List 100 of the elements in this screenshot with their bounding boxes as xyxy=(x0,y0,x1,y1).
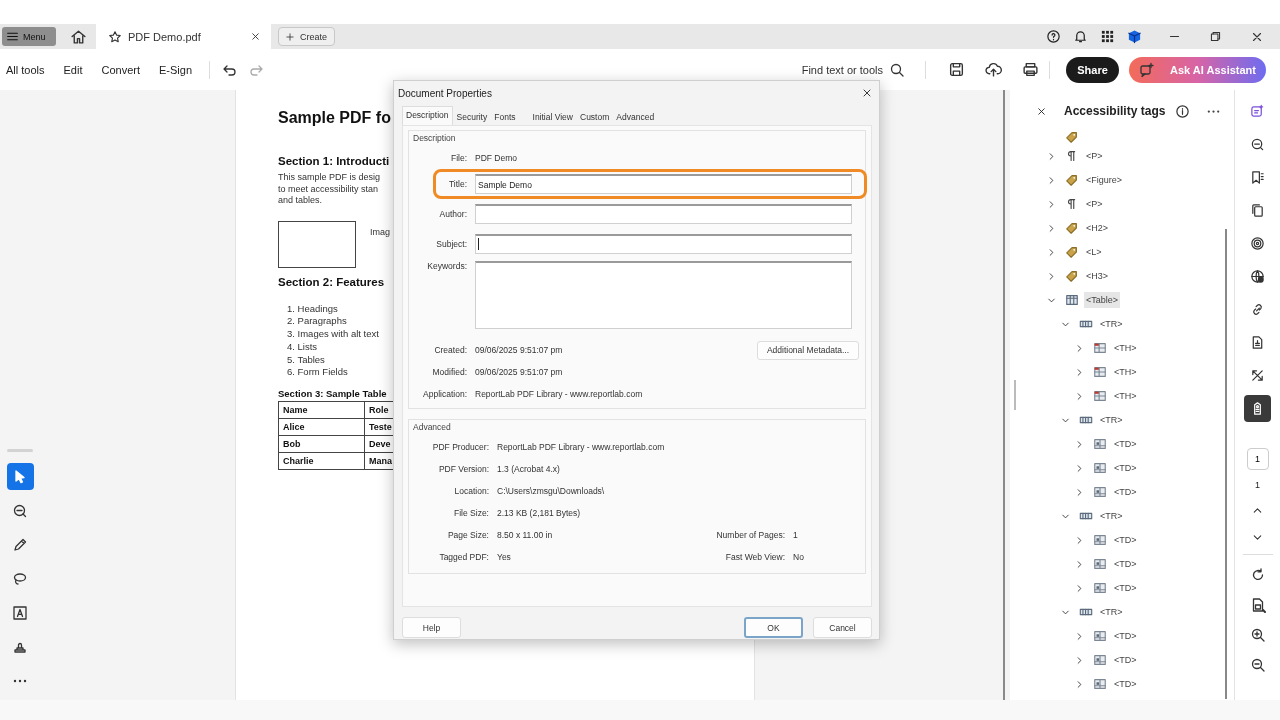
tag-item[interactable]: <TD> xyxy=(1112,436,1139,452)
zoom-in-icon[interactable] xyxy=(1249,627,1266,643)
share-button[interactable]: Share xyxy=(1066,56,1119,83)
menu-icon[interactable] xyxy=(6,30,19,43)
create-button[interactable]: Create xyxy=(278,27,335,46)
tab-title[interactable]: PDF Demo.pdf xyxy=(128,30,244,43)
menu-button[interactable]: Menu xyxy=(2,27,56,46)
scrollbar[interactable] xyxy=(1225,229,1227,699)
compare-icon[interactable] xyxy=(1250,368,1265,383)
dialog-tab[interactable]: Custom xyxy=(577,109,613,125)
globe-icon[interactable] xyxy=(1250,269,1265,284)
tag-item[interactable]: <TD> xyxy=(1112,580,1139,596)
tag-item[interactable]: <Table> xyxy=(1084,292,1121,308)
list-item: 3. Images with alt text xyxy=(287,328,379,341)
tag-item[interactable]: <TH> xyxy=(1112,388,1139,404)
field-label: File: xyxy=(449,153,467,163)
field-value: ReportLab PDF Library - www.reportlab.com xyxy=(497,442,665,452)
field-value: No xyxy=(793,552,804,562)
toolbar-tab[interactable]: All tools xyxy=(4,63,47,76)
plus-icon[interactable] xyxy=(285,31,295,42)
table-cell-icon xyxy=(1093,557,1107,571)
tag-item[interactable]: <L> xyxy=(1084,244,1104,260)
table-cell-icon xyxy=(1093,461,1107,475)
table-cell-icon xyxy=(1093,677,1107,691)
cube-icon[interactable] xyxy=(1127,29,1142,44)
star-icon[interactable] xyxy=(108,29,122,44)
tag-item[interactable]: <H3> xyxy=(1084,268,1111,284)
upload-icon[interactable] xyxy=(985,61,1002,78)
apps-icon[interactable] xyxy=(1100,29,1115,44)
tag-item[interactable]: <TR> xyxy=(1098,604,1125,620)
dialog-button[interactable]: OK xyxy=(744,617,803,638)
notification-icon[interactable] xyxy=(1073,29,1088,44)
input-field[interactable]: Sample Demo xyxy=(475,174,852,194)
assistant-icon[interactable] xyxy=(1250,104,1265,119)
dialog-tab[interactable]: Advanced xyxy=(613,109,658,125)
toolbar-tab[interactable]: Convert xyxy=(99,63,143,76)
field-value: 1 xyxy=(793,530,798,540)
tag-item[interactable]: <TD> xyxy=(1112,484,1139,500)
dialog-button[interactable]: Help xyxy=(402,617,461,638)
dialog-tab[interactable]: Fonts xyxy=(491,109,519,125)
help-icon[interactable] xyxy=(1046,29,1061,44)
tag-item[interactable]: <TD> xyxy=(1112,556,1139,572)
input-field[interactable] xyxy=(475,204,852,224)
tag-item[interactable]: <P> xyxy=(1084,196,1105,212)
tag-item[interactable]: <Figure> xyxy=(1084,172,1125,188)
save-icon[interactable] xyxy=(948,61,965,78)
expand-icon[interactable] xyxy=(1046,246,1057,258)
target-icon[interactable] xyxy=(1250,236,1265,251)
dialog-button[interactable]: Cancel xyxy=(813,617,872,638)
tag-item[interactable]: <TD> xyxy=(1112,676,1139,692)
document-icon[interactable] xyxy=(1250,335,1265,350)
list-item: 4. Lists xyxy=(287,340,318,354)
zoom-out-icon[interactable] xyxy=(1249,657,1266,673)
toolbar-tab[interactable]: Edit xyxy=(61,63,85,76)
search-button[interactable]: Find text or tools xyxy=(795,60,911,79)
field-label: Subject: xyxy=(435,239,467,249)
tag-item[interactable]: <TH> xyxy=(1112,340,1139,356)
tag-item[interactable]: <TD> xyxy=(1112,532,1139,548)
table-icon xyxy=(1065,293,1079,307)
close-icon[interactable] xyxy=(861,87,873,99)
pencil-icon[interactable] xyxy=(12,536,28,553)
dialog-tab[interactable]: Initial View xyxy=(529,109,576,125)
tag-item[interactable]: <TD> xyxy=(1112,628,1139,644)
dialog-tab[interactable]: Description xyxy=(402,106,453,125)
tag-item[interactable]: <TD> xyxy=(1112,460,1139,476)
input-field[interactable] xyxy=(475,234,852,254)
tag-item[interactable]: <TR> xyxy=(1098,412,1125,428)
bookmark-icon[interactable] xyxy=(1250,170,1265,185)
info-icon[interactable] xyxy=(1175,103,1191,119)
search-icon[interactable] xyxy=(889,61,905,78)
table-header-cell: Name xyxy=(278,401,365,419)
close-icon[interactable] xyxy=(1036,105,1047,117)
rail-button[interactable] xyxy=(1244,395,1271,422)
close-icon[interactable] xyxy=(250,31,261,42)
lasso-icon[interactable] xyxy=(12,570,28,587)
tag-item[interactable]: <TD> xyxy=(1112,652,1139,668)
field-label: File Size: xyxy=(453,508,489,518)
table-cell-icon xyxy=(1093,581,1107,595)
restore-icon[interactable] xyxy=(1209,30,1222,43)
dialog-tab[interactable]: Security xyxy=(453,109,491,125)
chat-icon[interactable] xyxy=(1139,61,1155,78)
input-field[interactable] xyxy=(475,261,852,329)
toolbar-tab[interactable]: E-Sign xyxy=(157,63,195,76)
document-tab[interactable]: PDF Demo.pdf xyxy=(96,24,271,49)
link-icon[interactable] xyxy=(1250,302,1265,317)
additional-metadata-button[interactable]: Additional Metadata... xyxy=(757,340,859,360)
text-box-icon[interactable] xyxy=(12,604,28,621)
print-icon[interactable] xyxy=(1022,61,1039,78)
scrollbar[interactable] xyxy=(1003,90,1005,700)
page-number-field[interactable]: 1 xyxy=(1246,448,1269,470)
table-cell: Bob xyxy=(278,435,365,453)
pointer-icon[interactable] xyxy=(12,468,28,485)
table-header-icon xyxy=(1093,389,1107,403)
tag-item[interactable]: <P> xyxy=(1084,148,1105,164)
pages-icon[interactable] xyxy=(1250,203,1265,218)
tag-item[interactable]: <TR> xyxy=(1098,508,1125,524)
tag-item[interactable]: <H2> xyxy=(1084,220,1111,236)
tag-item[interactable]: <TH> xyxy=(1112,364,1139,380)
tag-item[interactable]: <TR> xyxy=(1098,316,1125,332)
field-label: Modified: xyxy=(431,367,467,377)
